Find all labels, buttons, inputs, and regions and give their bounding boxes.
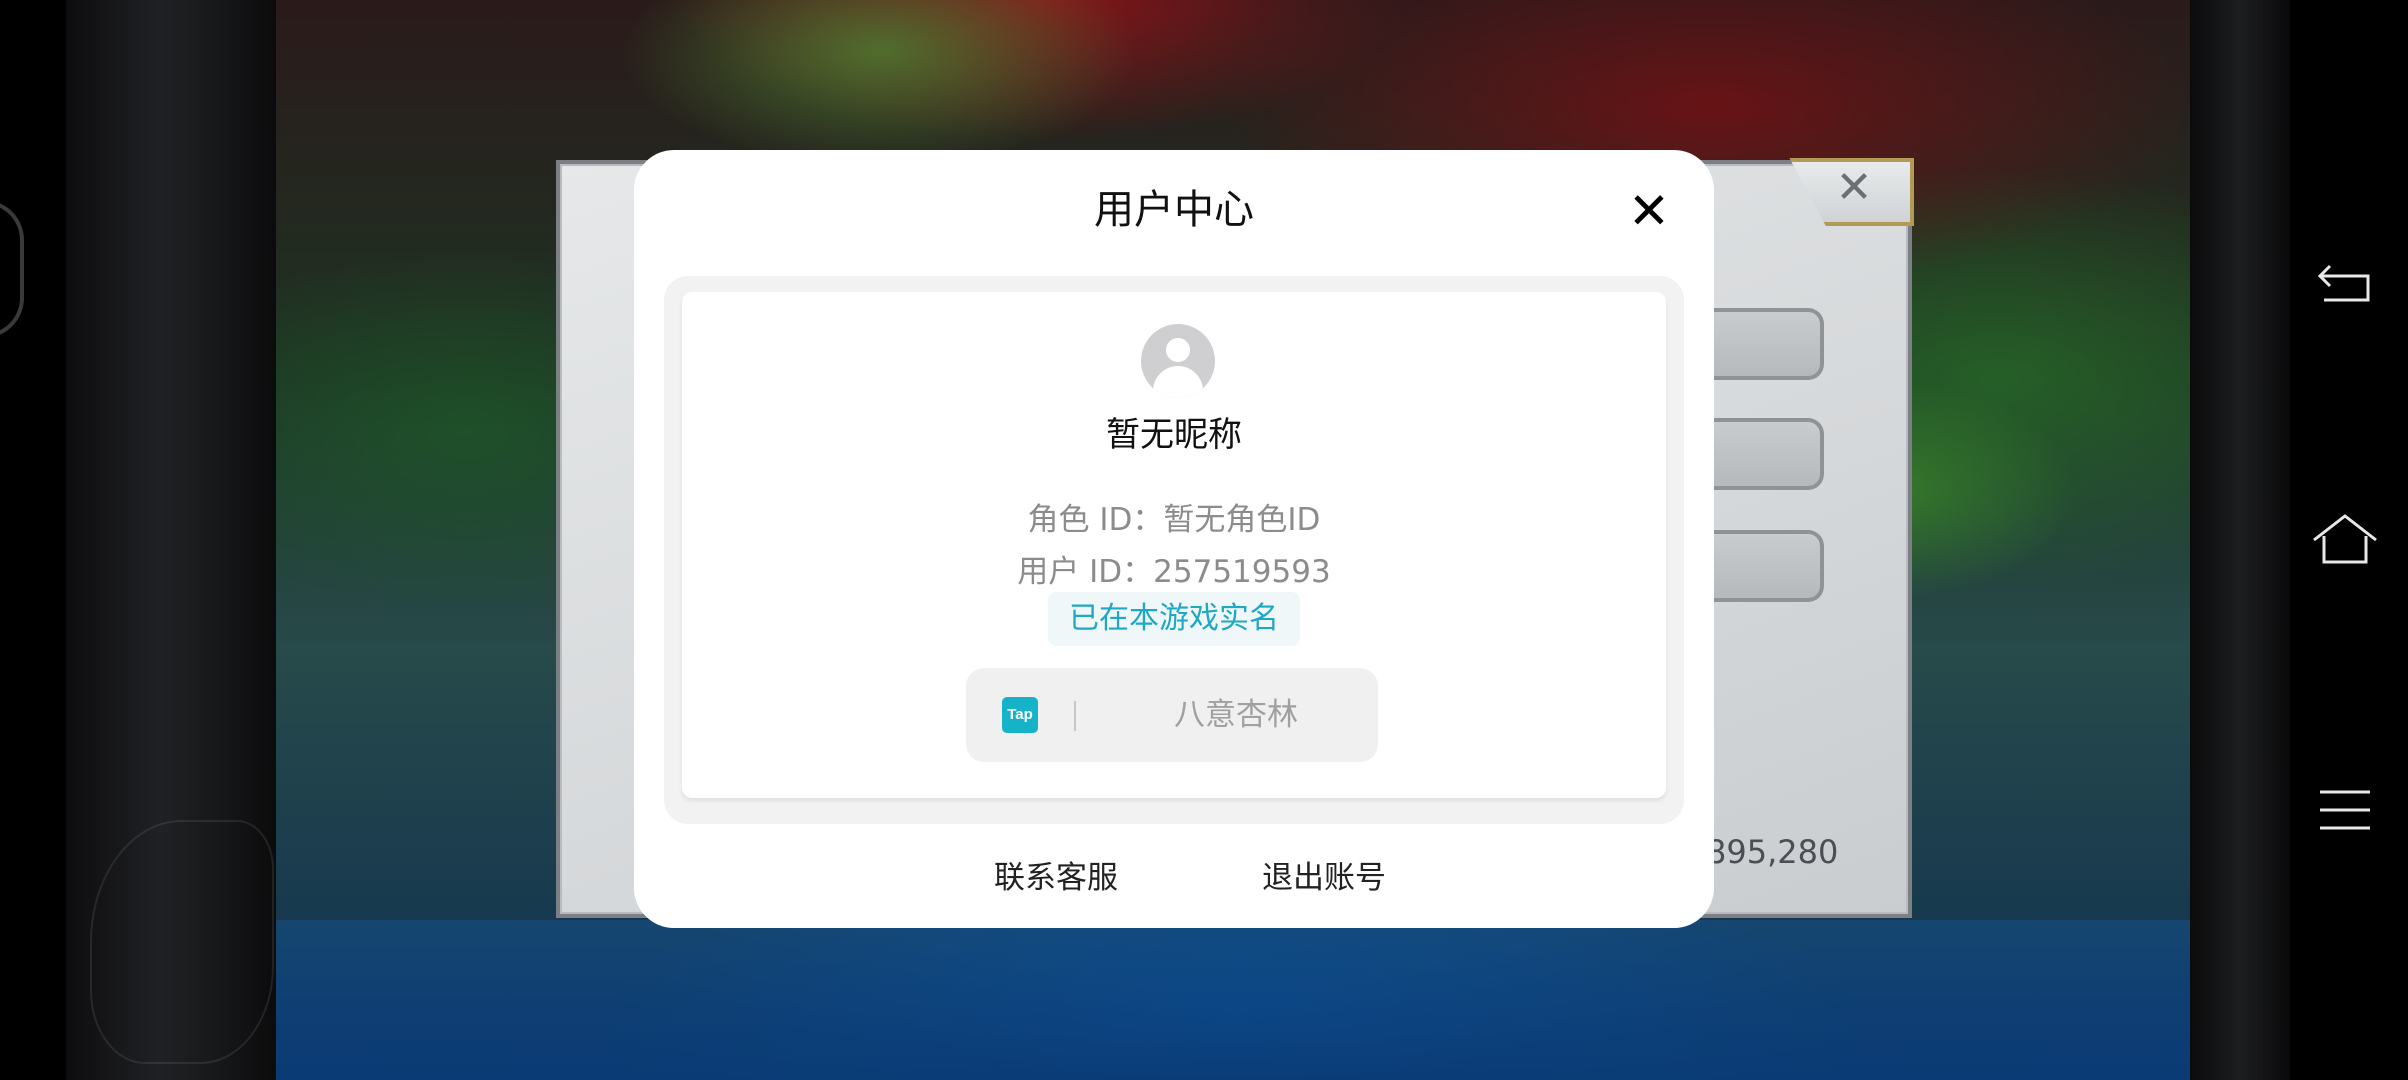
home-icon[interactable] — [2310, 510, 2380, 570]
profile-card: 暂无昵称 角色 ID：暂无角色ID 用户 ID：257519593 已在本游戏实… — [682, 292, 1666, 798]
dialog-title: 用户中心 — [1094, 187, 1254, 233]
close-icon[interactable]: ✕ — [1622, 184, 1676, 238]
linked-tap-account[interactable]: Tap 八意杏林 — [966, 668, 1378, 762]
profile-card-container: 暂无昵称 角色 ID：暂无角色ID 用户 ID：257519593 已在本游戏实… — [664, 276, 1684, 824]
left-black-strip — [0, 0, 66, 1080]
avatar — [1141, 324, 1215, 398]
pillar-ornament — [90, 820, 274, 1064]
user-center-dialog: 用户中心 ✕ 暂无昵称 角色 ID：暂无角色ID 用户 ID：257519593… — [634, 150, 1714, 928]
game-panel-slot[interactable] — [1700, 308, 1824, 380]
divider — [1074, 701, 1076, 731]
tap-account-name: 八意杏林 — [1174, 697, 1298, 733]
left-edge-ornament — [0, 200, 24, 338]
scene-foliage — [620, 0, 1140, 170]
game-panel-value: 895,280 — [1706, 833, 1839, 871]
real-name-verified-badge: 已在本游戏实名 — [1048, 592, 1300, 646]
menu-icon[interactable] — [2310, 780, 2380, 840]
nickname: 暂无昵称 — [1106, 415, 1242, 455]
contact-support-button[interactable]: 联系客服 — [966, 854, 1146, 902]
game-panel-close-icon[interactable]: ✕ — [1832, 166, 1876, 210]
user-id-line: 用户 ID：257519593 — [1017, 554, 1331, 590]
tap-logo-icon: Tap — [1002, 697, 1038, 733]
scene-water — [276, 920, 2190, 1080]
back-icon[interactable] — [2310, 254, 2380, 314]
avatar-body — [1153, 366, 1203, 398]
logout-button[interactable]: 退出账号 — [1234, 854, 1414, 902]
right-frame-pillar — [2190, 0, 2290, 1080]
game-panel-slot[interactable] — [1700, 530, 1824, 602]
avatar-head — [1166, 338, 1190, 362]
game-panel-slot[interactable] — [1700, 418, 1824, 490]
role-id-line: 角色 ID：暂无角色ID — [1027, 502, 1321, 538]
